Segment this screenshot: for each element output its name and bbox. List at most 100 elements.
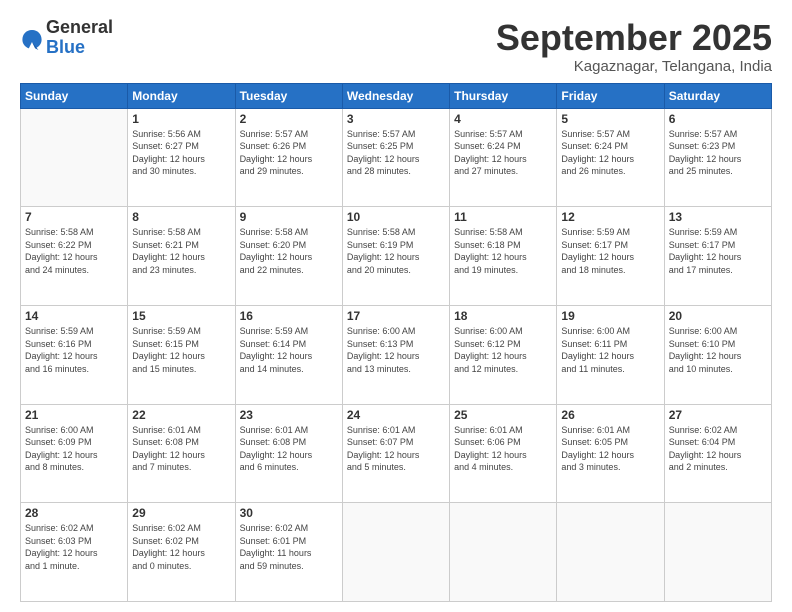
day-number: 23 <box>240 408 338 422</box>
table-row: 19 Sunrise: 6:00 AM Sunset: 6:11 PM Dayli… <box>557 305 664 404</box>
table-row <box>557 503 664 602</box>
day-info: Sunrise: 5:58 AM Sunset: 6:20 PM Dayligh… <box>240 226 338 276</box>
day-info: Sunrise: 6:02 AM Sunset: 6:02 PM Dayligh… <box>132 522 230 572</box>
day-number: 21 <box>25 408 123 422</box>
calendar-week-row: 7 Sunrise: 5:58 AM Sunset: 6:22 PM Daylig… <box>21 207 772 306</box>
table-row: 11Sunrise: 5:58 AM Sunset: 6:18 PM Dayli… <box>450 207 557 306</box>
day-info: Sunrise: 5:58 AM Sunset: 6:19 PM Dayligh… <box>347 226 445 276</box>
header-monday: Monday <box>128 83 235 108</box>
day-number: 16 <box>240 309 338 323</box>
header-saturday: Saturday <box>664 83 771 108</box>
calendar-week-row: 1 Sunrise: 5:56 AM Sunset: 6:27 PM Daylig… <box>21 108 772 207</box>
day-info: Sunrise: 5:56 AM Sunset: 6:27 PM Dayligh… <box>132 128 230 178</box>
header: General Blue September 2025 Kagaznagar, … <box>20 18 772 75</box>
day-number: 14 <box>25 309 123 323</box>
table-row: 15 Sunrise: 5:59 AM Sunset: 6:15 PM Dayli… <box>128 305 235 404</box>
day-info: Sunrise: 5:59 AM Sunset: 6:17 PM Dayligh… <box>561 226 659 276</box>
logo-text: General Blue <box>46 18 113 58</box>
day-info: Sunrise: 6:02 AM Sunset: 6:03 PM Dayligh… <box>25 522 123 572</box>
day-info: Sunrise: 6:01 AM Sunset: 6:08 PM Dayligh… <box>132 424 230 474</box>
day-info: Sunrise: 6:00 AM Sunset: 6:09 PM Dayligh… <box>25 424 123 474</box>
title-section: September 2025 Kagaznagar, Telangana, In… <box>496 18 772 75</box>
table-row: 7 Sunrise: 5:58 AM Sunset: 6:22 PM Daylig… <box>21 207 128 306</box>
day-info: Sunrise: 6:02 AM Sunset: 6:01 PM Dayligh… <box>240 522 338 572</box>
table-row: 1 Sunrise: 5:56 AM Sunset: 6:27 PM Daylig… <box>128 108 235 207</box>
page: General Blue September 2025 Kagaznagar, … <box>0 0 792 612</box>
table-row <box>450 503 557 602</box>
day-number: 2 <box>240 112 338 126</box>
table-row: 20 Sunrise: 6:00 AM Sunset: 6:10 PM Dayli… <box>664 305 771 404</box>
day-number: 18 <box>454 309 552 323</box>
logo-blue-text: Blue <box>46 38 113 58</box>
day-number: 13 <box>669 210 767 224</box>
calendar-week-row: 21 Sunrise: 6:00 AM Sunset: 6:09 PM Dayli… <box>21 404 772 503</box>
day-info: Sunrise: 6:00 AM Sunset: 6:11 PM Dayligh… <box>561 325 659 375</box>
logo: General Blue <box>20 18 113 58</box>
day-info: Sunrise: 5:57 AM Sunset: 6:24 PM Dayligh… <box>454 128 552 178</box>
table-row: 4Sunrise: 5:57 AM Sunset: 6:24 PM Daylig… <box>450 108 557 207</box>
day-number: 15 <box>132 309 230 323</box>
day-info: Sunrise: 5:58 AM Sunset: 6:22 PM Dayligh… <box>25 226 123 276</box>
day-info: Sunrise: 5:59 AM Sunset: 6:14 PM Dayligh… <box>240 325 338 375</box>
table-row <box>21 108 128 207</box>
table-row <box>342 503 449 602</box>
table-row: 28 Sunrise: 6:02 AM Sunset: 6:03 PM Dayli… <box>21 503 128 602</box>
table-row: 2 Sunrise: 5:57 AM Sunset: 6:26 PM Daylig… <box>235 108 342 207</box>
table-row: 14Sunrise: 5:59 AM Sunset: 6:16 PM Dayli… <box>21 305 128 404</box>
day-number: 22 <box>132 408 230 422</box>
header-sunday: Sunday <box>21 83 128 108</box>
day-info: Sunrise: 6:02 AM Sunset: 6:04 PM Dayligh… <box>669 424 767 474</box>
day-info: Sunrise: 5:59 AM Sunset: 6:17 PM Dayligh… <box>669 226 767 276</box>
calendar-week-row: 14Sunrise: 5:59 AM Sunset: 6:16 PM Dayli… <box>21 305 772 404</box>
day-info: Sunrise: 5:57 AM Sunset: 6:26 PM Dayligh… <box>240 128 338 178</box>
day-info: Sunrise: 6:01 AM Sunset: 6:05 PM Dayligh… <box>561 424 659 474</box>
table-row: 17Sunrise: 6:00 AM Sunset: 6:13 PM Dayli… <box>342 305 449 404</box>
month-title: September 2025 <box>496 18 772 58</box>
day-info: Sunrise: 6:00 AM Sunset: 6:13 PM Dayligh… <box>347 325 445 375</box>
day-number: 6 <box>669 112 767 126</box>
table-row: 12 Sunrise: 5:59 AM Sunset: 6:17 PM Dayli… <box>557 207 664 306</box>
day-number: 9 <box>240 210 338 224</box>
table-row: 6 Sunrise: 5:57 AM Sunset: 6:23 PM Daylig… <box>664 108 771 207</box>
day-info: Sunrise: 5:59 AM Sunset: 6:15 PM Dayligh… <box>132 325 230 375</box>
table-row: 24Sunrise: 6:01 AM Sunset: 6:07 PM Dayli… <box>342 404 449 503</box>
header-friday: Friday <box>557 83 664 108</box>
day-number: 7 <box>25 210 123 224</box>
header-thursday: Thursday <box>450 83 557 108</box>
day-info: Sunrise: 6:01 AM Sunset: 6:06 PM Dayligh… <box>454 424 552 474</box>
day-number: 30 <box>240 506 338 520</box>
table-row: 23 Sunrise: 6:01 AM Sunset: 6:08 PM Dayli… <box>235 404 342 503</box>
day-info: Sunrise: 6:01 AM Sunset: 6:07 PM Dayligh… <box>347 424 445 474</box>
calendar-table: Sunday Monday Tuesday Wednesday Thursday… <box>20 83 772 602</box>
day-info: Sunrise: 5:57 AM Sunset: 6:25 PM Dayligh… <box>347 128 445 178</box>
table-row: 3 Sunrise: 5:57 AM Sunset: 6:25 PM Daylig… <box>342 108 449 207</box>
table-row: 26 Sunrise: 6:01 AM Sunset: 6:05 PM Dayli… <box>557 404 664 503</box>
table-row <box>664 503 771 602</box>
day-number: 19 <box>561 309 659 323</box>
day-number: 10 <box>347 210 445 224</box>
day-info: Sunrise: 6:01 AM Sunset: 6:08 PM Dayligh… <box>240 424 338 474</box>
day-number: 26 <box>561 408 659 422</box>
day-info: Sunrise: 5:58 AM Sunset: 6:21 PM Dayligh… <box>132 226 230 276</box>
day-number: 3 <box>347 112 445 126</box>
day-number: 28 <box>25 506 123 520</box>
day-number: 1 <box>132 112 230 126</box>
table-row: 27 Sunrise: 6:02 AM Sunset: 6:04 PM Dayli… <box>664 404 771 503</box>
day-number: 8 <box>132 210 230 224</box>
table-row: 5Sunrise: 5:57 AM Sunset: 6:24 PM Daylig… <box>557 108 664 207</box>
weekday-header-row: Sunday Monday Tuesday Wednesday Thursday… <box>21 83 772 108</box>
day-number: 29 <box>132 506 230 520</box>
day-info: Sunrise: 5:57 AM Sunset: 6:23 PM Dayligh… <box>669 128 767 178</box>
header-tuesday: Tuesday <box>235 83 342 108</box>
day-info: Sunrise: 6:00 AM Sunset: 6:10 PM Dayligh… <box>669 325 767 375</box>
table-row: 29 Sunrise: 6:02 AM Sunset: 6:02 PM Dayli… <box>128 503 235 602</box>
table-row: 13 Sunrise: 5:59 AM Sunset: 6:17 PM Dayli… <box>664 207 771 306</box>
day-number: 27 <box>669 408 767 422</box>
day-number: 12 <box>561 210 659 224</box>
logo-general-text: General <box>46 18 113 38</box>
logo-icon <box>20 26 44 50</box>
table-row: 18Sunrise: 6:00 AM Sunset: 6:12 PM Dayli… <box>450 305 557 404</box>
day-number: 20 <box>669 309 767 323</box>
location-subtitle: Kagaznagar, Telangana, India <box>496 58 772 75</box>
table-row: 9 Sunrise: 5:58 AM Sunset: 6:20 PM Daylig… <box>235 207 342 306</box>
